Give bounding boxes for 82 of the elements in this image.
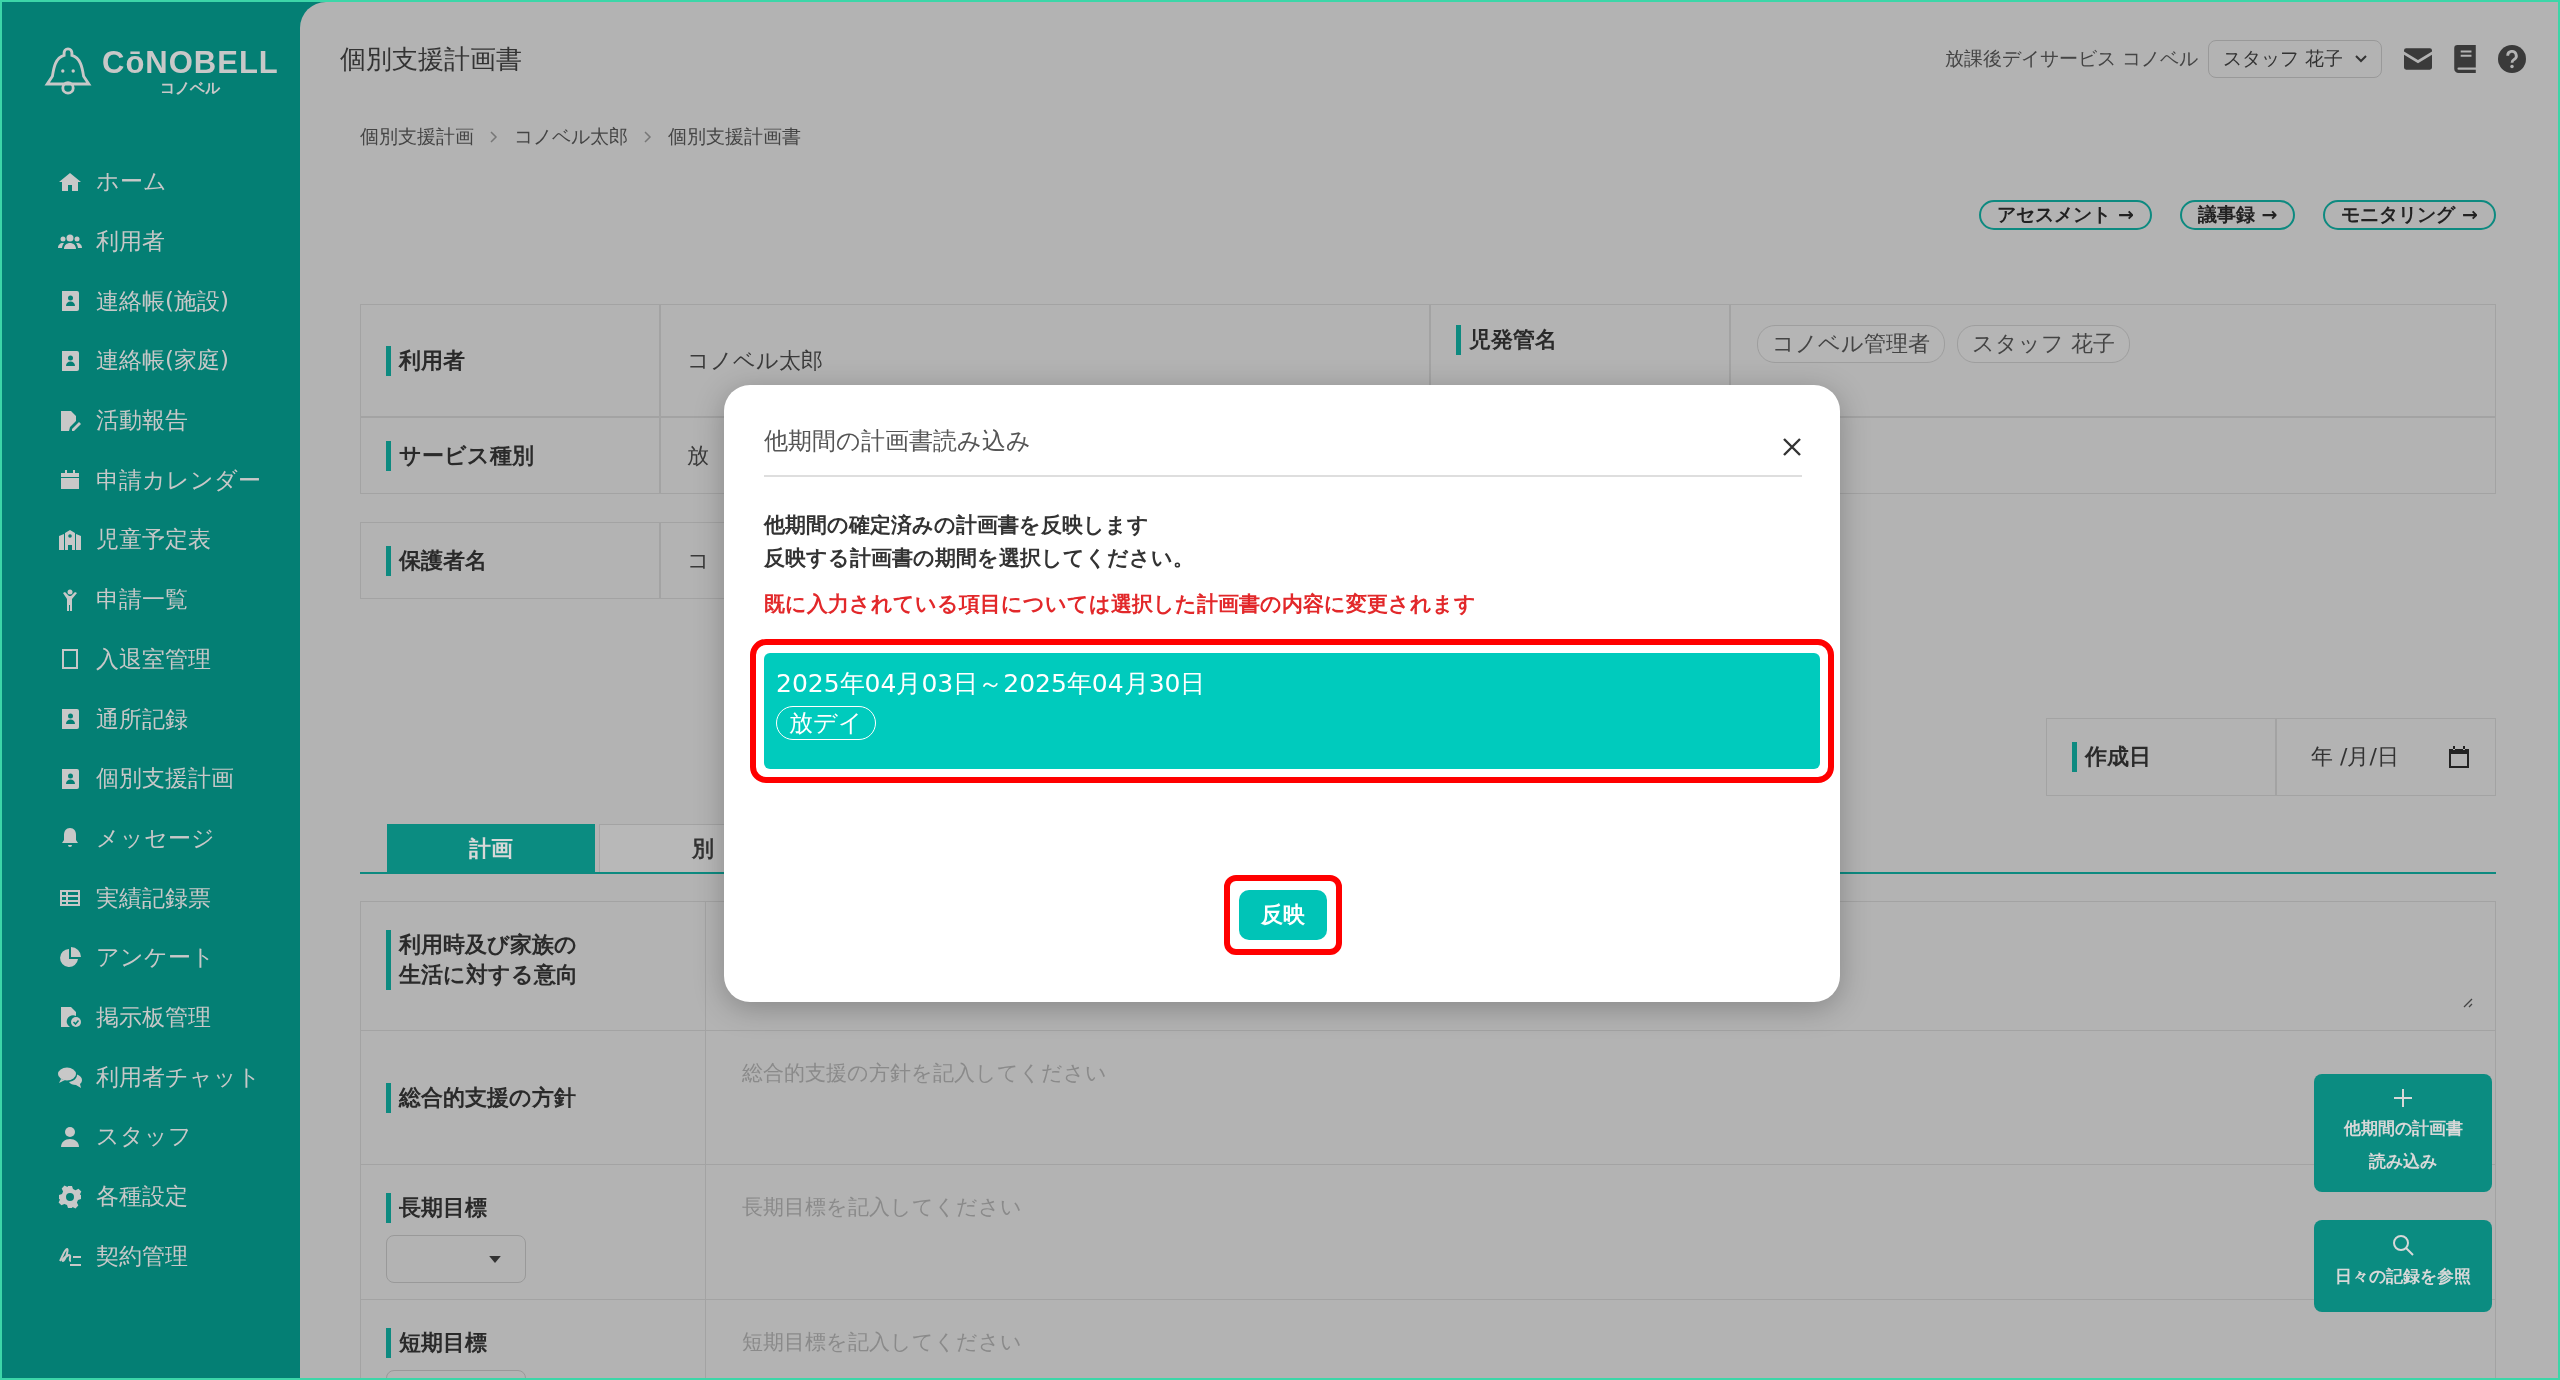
sidebar-item[interactable]: 掲示板管理 xyxy=(2,987,300,1048)
breadcrumb-link[interactable]: 個別支援計画 xyxy=(360,124,474,150)
resize-grip-icon[interactable] xyxy=(2461,996,2473,1008)
book-icon[interactable] xyxy=(2454,45,2476,73)
pie-icon xyxy=(58,945,82,970)
sidebar-item[interactable]: スタッフ xyxy=(2,1107,300,1167)
sidebar-item[interactable]: 利用者 xyxy=(2,211,300,272)
dialog-title: 他期間の計画書読み込み xyxy=(764,426,1031,457)
calendar-icon[interactable] xyxy=(2449,746,2469,768)
file-check-icon xyxy=(58,1005,82,1030)
accent-bar xyxy=(386,1082,391,1113)
field-value: 放 xyxy=(687,441,709,470)
sidebar-item[interactable]: メッセージ xyxy=(2,808,300,869)
chevron-icon xyxy=(644,131,652,143)
breadcrumb-link[interactable]: コノベル太郎 xyxy=(514,124,628,150)
field-label: 長期目標 xyxy=(399,1194,487,1222)
dialog-message: 他期間の確定済みの計画書を反映します xyxy=(764,512,1150,539)
file-pen-icon xyxy=(58,408,82,433)
button-label: 読み込み xyxy=(2369,1150,2437,1173)
field-label: 生活に対する意向 xyxy=(399,961,578,989)
nav-button[interactable]: 議事録 → xyxy=(2179,200,2296,230)
sidebar-item[interactable]: 連絡帳(家庭) xyxy=(2,331,300,391)
sidebar-item[interactable]: 連絡帳(施設) xyxy=(2,271,300,332)
accent-bar xyxy=(386,930,391,990)
gear-icon xyxy=(58,1184,82,1209)
side-action-button[interactable]: 他期間の計画書 読み込み xyxy=(2314,1074,2492,1192)
field-label: 保護者名 xyxy=(386,545,487,576)
apply-button[interactable]: 反映 xyxy=(1239,890,1327,940)
sidebar-item[interactable]: 申請一覧 xyxy=(2,569,300,630)
side-action-button[interactable]: 日々の記録を参照 xyxy=(2314,1220,2492,1312)
staff-chip: コノベル管理者 xyxy=(1757,325,1945,363)
warning-message: 既に入力されている項目については選択した計画書の内容に変更されます xyxy=(764,591,1477,618)
building-icon xyxy=(58,527,82,552)
dialog-message: 反映する計画書の期間を選択してください。 xyxy=(764,545,1195,572)
chevron-icon xyxy=(490,131,498,143)
page-title: 個別支援計画書 xyxy=(340,42,522,76)
staff-chip: スタッフ 花子 xyxy=(1957,325,2130,363)
field-label: 作成日 xyxy=(2072,742,2151,772)
user-icon xyxy=(58,1124,82,1149)
accent-bar xyxy=(386,1328,391,1358)
chat-icon xyxy=(58,1065,82,1090)
tab[interactable]: 計画 xyxy=(387,824,595,872)
field-label: 総合的支援の方針 xyxy=(399,1083,576,1112)
facility-name: 放課後デイサービス コノベル xyxy=(1944,46,2198,71)
nav-button[interactable]: アセスメント → xyxy=(1979,200,2152,230)
sidebar-item[interactable]: 利用者チャット xyxy=(2,1047,300,1107)
date-field[interactable]: 年 /月/日 xyxy=(2276,718,2496,796)
sidebar-item[interactable]: 個別支援計画 xyxy=(2,748,300,809)
sidebar-item[interactable]: ホーム xyxy=(2,152,300,212)
field-label: 利用時及び家族の xyxy=(399,931,578,959)
field-label: 利用者 xyxy=(386,345,465,376)
sidebar-item[interactable]: 申請カレンダー xyxy=(2,450,300,511)
sidebar-item[interactable]: 契約管理 xyxy=(2,1226,300,1287)
field-value: コノベル太郎 xyxy=(687,346,823,375)
mail-icon[interactable] xyxy=(2404,48,2432,70)
search-icon xyxy=(2392,1234,2414,1256)
sidebar-item[interactable]: 通所記録 xyxy=(2,689,300,749)
sidebar-item[interactable]: 児童予定表 xyxy=(2,510,300,570)
sidebar-item[interactable]: 各種設定 xyxy=(2,1166,300,1227)
button-label: 他期間の計画書 xyxy=(2343,1117,2463,1140)
close-icon[interactable] xyxy=(1782,437,1802,457)
field-value: コ xyxy=(687,546,710,575)
caret-icon xyxy=(489,1255,501,1263)
brand-subtitle: コノベル xyxy=(160,80,221,96)
chevron-down-icon xyxy=(2355,55,2367,63)
sidebar-item[interactable]: 活動報告 xyxy=(2,390,300,451)
sidebar-item[interactable]: 入退室管理 xyxy=(2,629,300,690)
field-label: 児発管名 xyxy=(1456,325,1557,355)
sidebar-item[interactable]: アンケート xyxy=(2,927,300,988)
period-option[interactable]: 2025年04月03日～2025年04月30日 放デイ xyxy=(764,653,1820,769)
button-label: 日々の記録を参照 xyxy=(2335,1265,2471,1288)
accent-bar xyxy=(386,1193,391,1223)
field-label: サービス種別 xyxy=(386,440,534,471)
brand-name: CōNOBELL xyxy=(102,46,279,80)
nav-button[interactable]: モニタリング → xyxy=(2323,200,2496,230)
plus-icon xyxy=(2393,1088,2413,1108)
bell-mascot-icon xyxy=(42,45,94,97)
user-select[interactable]: スタッフ 花子 xyxy=(2207,40,2382,78)
field-label: 短期目標 xyxy=(399,1329,487,1357)
breadcrumb-link[interactable]: 個別支援計画書 xyxy=(668,124,801,150)
sidebar-item[interactable]: 実績記録票 xyxy=(2,868,300,928)
help-icon[interactable] xyxy=(2498,45,2526,73)
